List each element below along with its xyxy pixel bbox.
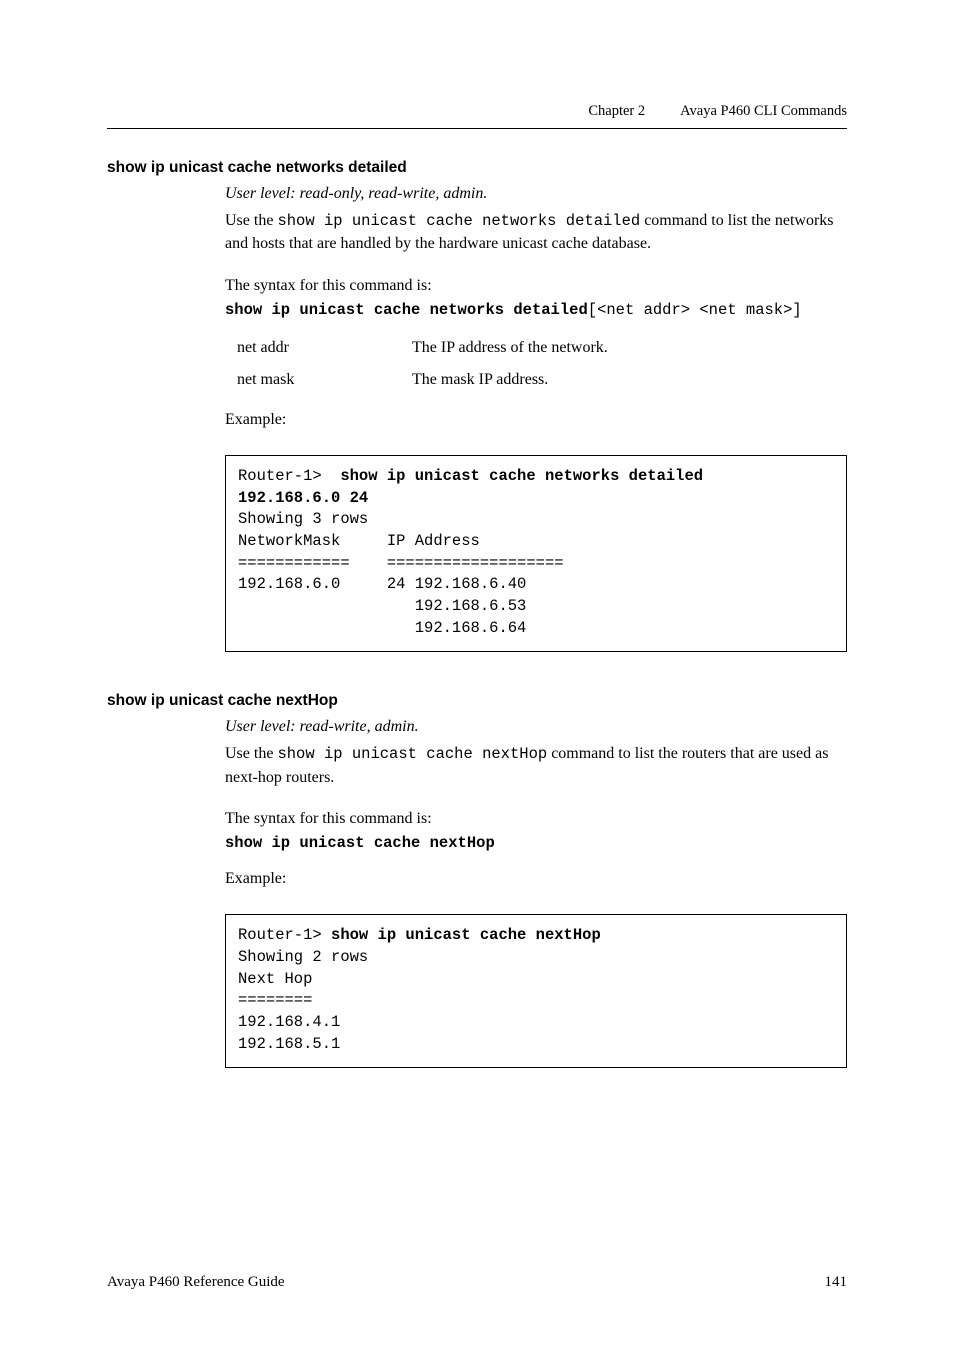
code-line: 192.168.6.0 24 (238, 489, 368, 507)
section1-syntax: show ip unicast cache networks detailed[… (225, 301, 847, 319)
param-desc: The IP address of the network. (412, 339, 847, 357)
section2-description: Use the show ip unicast cache nextHop co… (225, 742, 847, 789)
text: Use the (225, 745, 277, 762)
syntax-bold: show ip unicast cache networks detailed (225, 301, 588, 319)
code-line: Showing 3 rows (238, 510, 368, 528)
code-line: 192.168.6.64 (238, 619, 526, 637)
section2-codebox: Router-1> show ip unicast cache nextHop … (225, 914, 847, 1068)
code-line: Next Hop (238, 970, 312, 988)
syntax-args: [<net addr> <net mask>] (588, 301, 802, 319)
section2-heading: show ip unicast cache nextHop (107, 692, 847, 710)
param-desc: The mask IP address. (412, 371, 847, 389)
param-name: net addr (237, 339, 412, 357)
footer-left: Avaya P460 Reference Guide (107, 1274, 285, 1291)
code-line: Showing 2 rows (238, 948, 368, 966)
inline-command: show ip unicast cache networks detailed (277, 212, 640, 230)
section2-userlevel: User level: read-write, admin. (225, 718, 847, 736)
code-command: show ip unicast cache nextHop (331, 926, 601, 944)
section1-heading: show ip unicast cache networks detailed (107, 159, 847, 177)
code-line: ============ =================== (238, 554, 564, 572)
param-name: net mask (237, 371, 412, 389)
section1-example-label: Example: (225, 411, 847, 429)
code-line: ======== (238, 991, 312, 1009)
section2-syntax: show ip unicast cache nextHop (225, 834, 847, 852)
section1-syntax-intro: The syntax for this command is: (225, 274, 847, 297)
code-line: 192.168.5.1 (238, 1035, 340, 1053)
param-row: net mask The mask IP address. (237, 371, 847, 389)
section2-syntax-intro: The syntax for this command is: (225, 807, 847, 830)
section1-userlevel: User level: read-only, read-write, admin… (225, 185, 847, 203)
code-line: 192.168.6.53 (238, 597, 526, 615)
section1-description: Use the show ip unicast cache networks d… (225, 209, 847, 256)
syntax-bold: show ip unicast cache nextHop (225, 834, 495, 852)
code-line: 192.168.4.1 (238, 1013, 340, 1031)
chapter-label: Chapter 2 (588, 103, 645, 120)
code-line: NetworkMask IP Address (238, 532, 480, 550)
footer-page-number: 141 (825, 1274, 848, 1291)
code-command: show ip unicast cache networks detailed (340, 467, 703, 485)
chapter-title: Avaya P460 CLI Commands (680, 103, 847, 120)
header-rule (107, 128, 847, 129)
text: Use the (225, 212, 277, 229)
page-header: Chapter 2 Avaya P460 CLI Commands (107, 103, 847, 128)
inline-command: show ip unicast cache nextHop (277, 745, 547, 763)
section2-example-label: Example: (225, 870, 847, 888)
param-row: net addr The IP address of the network. (237, 339, 847, 357)
code-prompt: Router-1> (238, 467, 340, 485)
page-footer: Avaya P460 Reference Guide 141 (107, 1273, 847, 1291)
code-prompt: Router-1> (238, 926, 331, 944)
code-line: 192.168.6.0 24 192.168.6.40 (238, 575, 526, 593)
section1-params: net addr The IP address of the network. … (237, 339, 847, 389)
section1-codebox: Router-1> show ip unicast cache networks… (225, 455, 847, 653)
